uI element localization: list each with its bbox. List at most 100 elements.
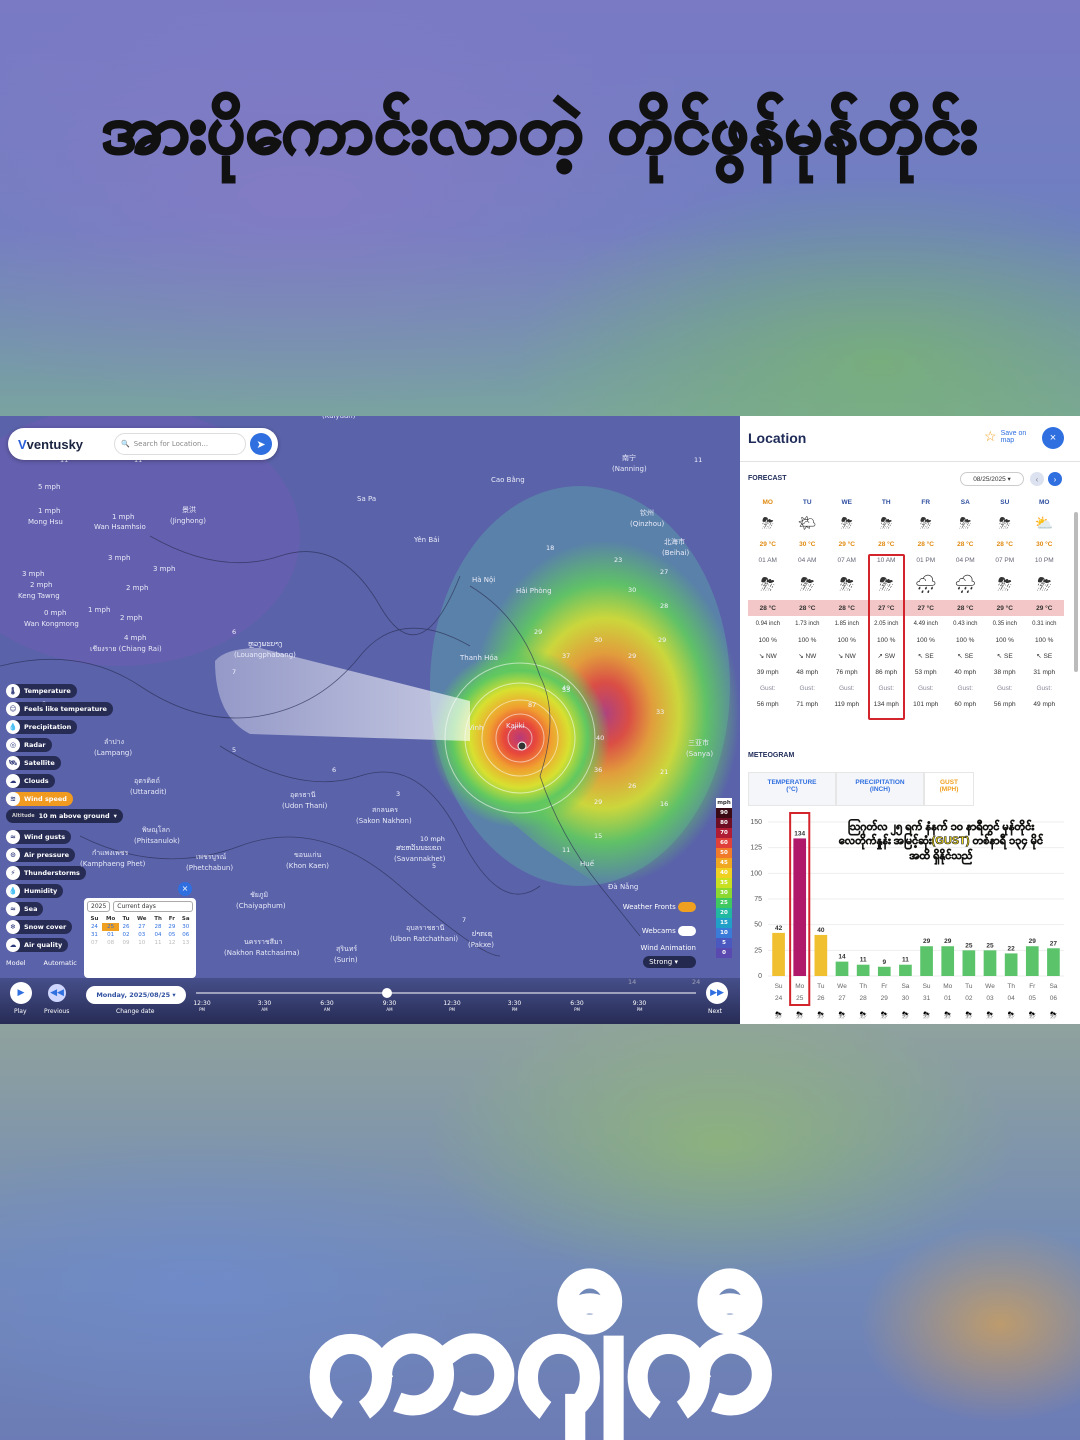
tab-gust[interactable]: GUST (MPH): [924, 772, 974, 806]
timeline-tick[interactable]: 6:30 PM: [567, 1000, 587, 1012]
calendar-day[interactable]: 12: [165, 939, 178, 947]
calendar-day[interactable]: 04: [151, 931, 165, 939]
bar-value-label: 40: [817, 927, 825, 934]
close-calendar-icon[interactable]: ×: [178, 882, 192, 896]
map-place-label: Cao Bằng: [491, 475, 525, 484]
layer-snow-cover[interactable]: ❄ Snow cover: [6, 920, 73, 934]
storm-icon: ⛈: [997, 574, 1012, 594]
layer-wind-speed[interactable]: ≋ Wind speed: [6, 792, 73, 806]
timeline-tick[interactable]: 12:30 PM: [442, 1000, 462, 1012]
map-place-label: 1 mph: [38, 507, 60, 515]
legend-step: 20: [716, 908, 732, 918]
gust-label: Gust:: [957, 684, 974, 692]
timeline-tick[interactable]: 6:30 AM: [317, 1000, 337, 1012]
layer-thunderstorms[interactable]: ⚡ Thunderstorms: [6, 866, 86, 880]
day-label[interactable]: SA: [946, 499, 986, 506]
calendar-day[interactable]: 30: [178, 923, 193, 931]
tab-precipitation[interactable]: PRECIPITATION (INCH): [836, 772, 924, 806]
timeline-tick[interactable]: 3:30 PM: [505, 1000, 525, 1012]
close-panel-button[interactable]: ×: [1042, 427, 1064, 449]
webcams-toggle[interactable]: Webcams: [642, 926, 696, 936]
calendar-day[interactable]: 26: [119, 923, 132, 931]
timeline-track[interactable]: [196, 992, 696, 994]
next-day-button[interactable]: ›: [1048, 472, 1062, 486]
layer-radar[interactable]: ◎ Radar: [6, 738, 52, 752]
layer-precipitation[interactable]: 💧 Precipitation: [6, 720, 78, 734]
calendar-day[interactable]: 25: [101, 923, 120, 931]
altitude-selector[interactable]: Altitude 10 m above ground ▾: [6, 809, 123, 823]
timeline-tick[interactable]: 3:30 AM: [255, 1000, 275, 1012]
timeline-tick[interactable]: 9:30 PM: [630, 1000, 650, 1012]
range-select[interactable]: Current days: [113, 901, 193, 912]
layer-air-pressure[interactable]: ⊙ Air pressure: [6, 848, 75, 862]
day-label[interactable]: WE: [827, 499, 867, 506]
timeline-tick[interactable]: 12:30 PM: [192, 1000, 212, 1012]
map-wind-value: 28: [660, 602, 668, 610]
calendar-day[interactable]: 03: [133, 931, 151, 939]
day-label[interactable]: SU: [985, 499, 1025, 506]
calendar-day[interactable]: 09: [119, 939, 132, 947]
map-wind-value: 29: [658, 636, 666, 644]
calendar-day[interactable]: 02: [119, 931, 132, 939]
calendar-day[interactable]: 10: [133, 939, 151, 947]
hour-label[interactable]: 07 AM: [827, 557, 867, 564]
tab-temperature[interactable]: TEMPERATURE (°C): [748, 772, 836, 806]
layer-sea[interactable]: ≈ Sea: [6, 902, 44, 916]
layer-air-quality[interactable]: ☁ Air quality: [6, 938, 69, 952]
hour-label[interactable]: 01 PM: [906, 557, 946, 564]
x-tick-day: Th: [859, 983, 867, 990]
forecast-date-select[interactable]: 08/25/2025 ▾: [960, 472, 1024, 486]
layer-satellite[interactable]: 🛰 Satellite: [6, 756, 61, 770]
calendar-day[interactable]: 05: [165, 931, 178, 939]
calendar-day[interactable]: 06: [178, 931, 193, 939]
hour-label[interactable]: 04 PM: [946, 557, 986, 564]
layer-clouds[interactable]: ☁ Clouds: [6, 774, 55, 788]
timeline-tick[interactable]: 9:30 AM: [380, 1000, 400, 1012]
current-date-button[interactable]: Monday, 2025/08/25 ▾: [86, 986, 186, 1004]
weekday-header: Su: [90, 916, 99, 922]
wind-speed: 48 mph: [796, 668, 819, 676]
year-select[interactable]: 2025: [87, 901, 111, 912]
calendar-day[interactable]: 11: [151, 939, 165, 947]
hour-label[interactable]: 10 PM: [1025, 557, 1065, 564]
layer-temperature[interactable]: 🌡 Temperature: [6, 684, 77, 698]
bar-value-label: 14: [838, 954, 846, 961]
weather-map[interactable]: 5 mph 1 mph Mong Hsu 1 mph Wan Hsamhsio 景洪 (Ji…: [0, 416, 740, 1024]
day-label[interactable]: FR: [906, 499, 946, 506]
search-input[interactable]: 🔍 Search for Location...: [114, 433, 246, 455]
layer-feels-like-temperature[interactable]: ☺ Feels like temperature: [6, 702, 113, 716]
day-label[interactable]: MO: [748, 499, 788, 506]
day-label[interactable]: MO: [1025, 499, 1065, 506]
weather-fronts-toggle[interactable]: Weather Fronts: [623, 902, 696, 912]
calendar-day[interactable]: 24: [87, 923, 102, 931]
next-button[interactable]: ▶▶: [706, 982, 728, 1004]
calendar-day[interactable]: 13: [178, 939, 193, 947]
locate-me-button[interactable]: ➤: [250, 433, 272, 455]
day-label[interactable]: TU: [788, 499, 828, 506]
calendar-day[interactable]: 07: [87, 939, 102, 947]
calendar-day[interactable]: 28: [151, 923, 165, 931]
save-on-map-button[interactable]: ☆ Save on map: [984, 428, 1033, 445]
calendar-day[interactable]: 29: [165, 923, 178, 931]
hour-label[interactable]: 04 AM: [788, 557, 828, 564]
calendar-day[interactable]: 08: [102, 939, 119, 947]
layer-humidity[interactable]: 💧 Humidity: [6, 884, 64, 898]
ventusky-logo[interactable]: Vventusky: [18, 437, 114, 452]
storm-icon: ⛈: [998, 514, 1011, 532]
wind-animation-select[interactable]: Strong ▾: [643, 956, 696, 968]
model-selector[interactable]: Model Automatic: [6, 959, 77, 967]
timeline-handle[interactable]: [382, 988, 392, 998]
day-label[interactable]: TH: [867, 499, 907, 506]
scrollbar[interactable]: [1074, 512, 1078, 672]
play-button[interactable]: ▶: [10, 982, 32, 1004]
map-place-label: 南宁: [622, 453, 636, 462]
x-tick-day: Sa: [1049, 983, 1057, 990]
hour-label[interactable]: 01 AM: [748, 557, 788, 564]
layer-wind-gusts[interactable]: ≈ Wind gusts: [6, 830, 72, 844]
calendar-day[interactable]: 27: [133, 923, 151, 931]
calendar-day[interactable]: 01: [102, 931, 119, 939]
calendar-day[interactable]: 31: [87, 931, 102, 939]
hour-label[interactable]: 07 PM: [985, 557, 1025, 564]
prev-day-button[interactable]: ‹: [1030, 472, 1044, 486]
previous-button[interactable]: ◀◀: [48, 984, 66, 1002]
